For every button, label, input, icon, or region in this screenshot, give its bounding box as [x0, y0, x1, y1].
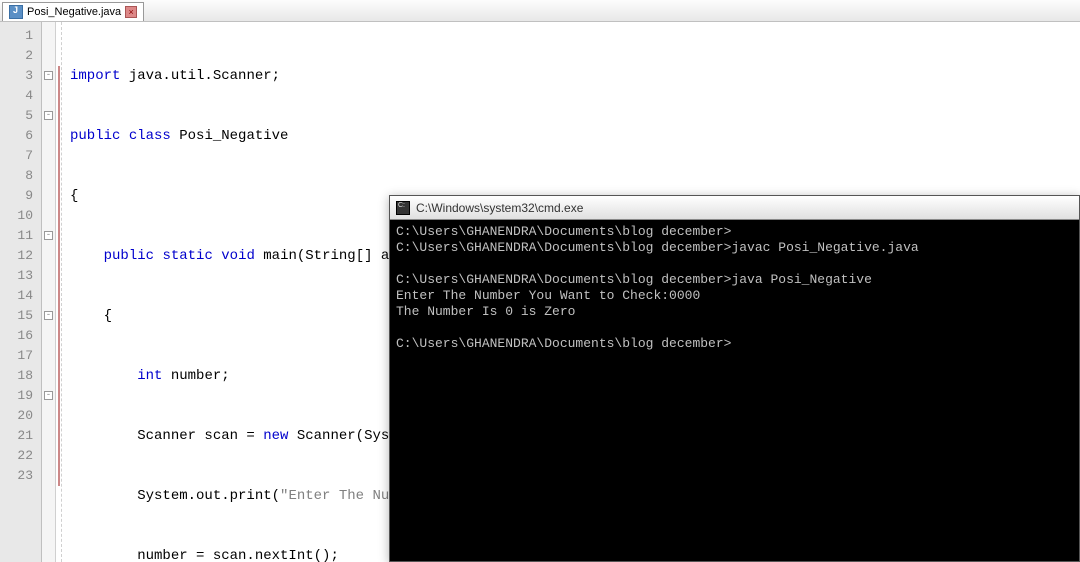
line-number: 8: [0, 166, 33, 186]
line-number: 10: [0, 206, 33, 226]
line-number: 4: [0, 86, 33, 106]
margin-column: [56, 22, 62, 562]
line-number: 20: [0, 406, 33, 426]
fold-toggle-icon[interactable]: -: [44, 71, 53, 80]
tab-file[interactable]: Posi_Negative.java ×: [2, 2, 144, 21]
line-number: 19: [0, 386, 33, 406]
cmd-title: C:\Windows\system32\cmd.exe: [416, 201, 583, 215]
cmd-window[interactable]: C:\Windows\system32\cmd.exe C:\Users\GHA…: [389, 195, 1080, 562]
line-number: 15: [0, 306, 33, 326]
tab-bar: Posi_Negative.java ×: [0, 0, 1080, 22]
line-number: 16: [0, 326, 33, 346]
line-number: 14: [0, 286, 33, 306]
line-number: 2: [0, 46, 33, 66]
fold-toggle-icon[interactable]: -: [44, 231, 53, 240]
line-number: 21: [0, 426, 33, 446]
line-number: 6: [0, 126, 33, 146]
line-number: 13: [0, 266, 33, 286]
line-number: 9: [0, 186, 33, 206]
line-number: 1: [0, 26, 33, 46]
tab-filename: Posi_Negative.java: [27, 6, 121, 18]
fold-toggle-icon[interactable]: -: [44, 391, 53, 400]
line-number: 23: [0, 466, 33, 486]
fold-toggle-icon[interactable]: -: [44, 111, 53, 120]
java-file-icon: [9, 5, 23, 19]
cmd-titlebar[interactable]: C:\Windows\system32\cmd.exe: [390, 196, 1079, 220]
fold-toggle-icon[interactable]: -: [44, 311, 53, 320]
close-icon[interactable]: ×: [125, 6, 137, 18]
line-number: 22: [0, 446, 33, 466]
fold-column: - - - - -: [42, 22, 56, 562]
line-number: 12: [0, 246, 33, 266]
line-number: 7: [0, 146, 33, 166]
line-number: 5: [0, 106, 33, 126]
line-gutter: 1 2 3 4 5 6 7 8 9 10 11 12 13 14 15 16 1…: [0, 22, 42, 562]
line-number: 17: [0, 346, 33, 366]
cmd-icon: [396, 201, 410, 215]
line-number: 11: [0, 226, 33, 246]
line-number: 3: [0, 66, 33, 86]
line-number: 18: [0, 366, 33, 386]
cmd-body[interactable]: C:\Users\GHANENDRA\Documents\blog decemb…: [390, 220, 1079, 561]
